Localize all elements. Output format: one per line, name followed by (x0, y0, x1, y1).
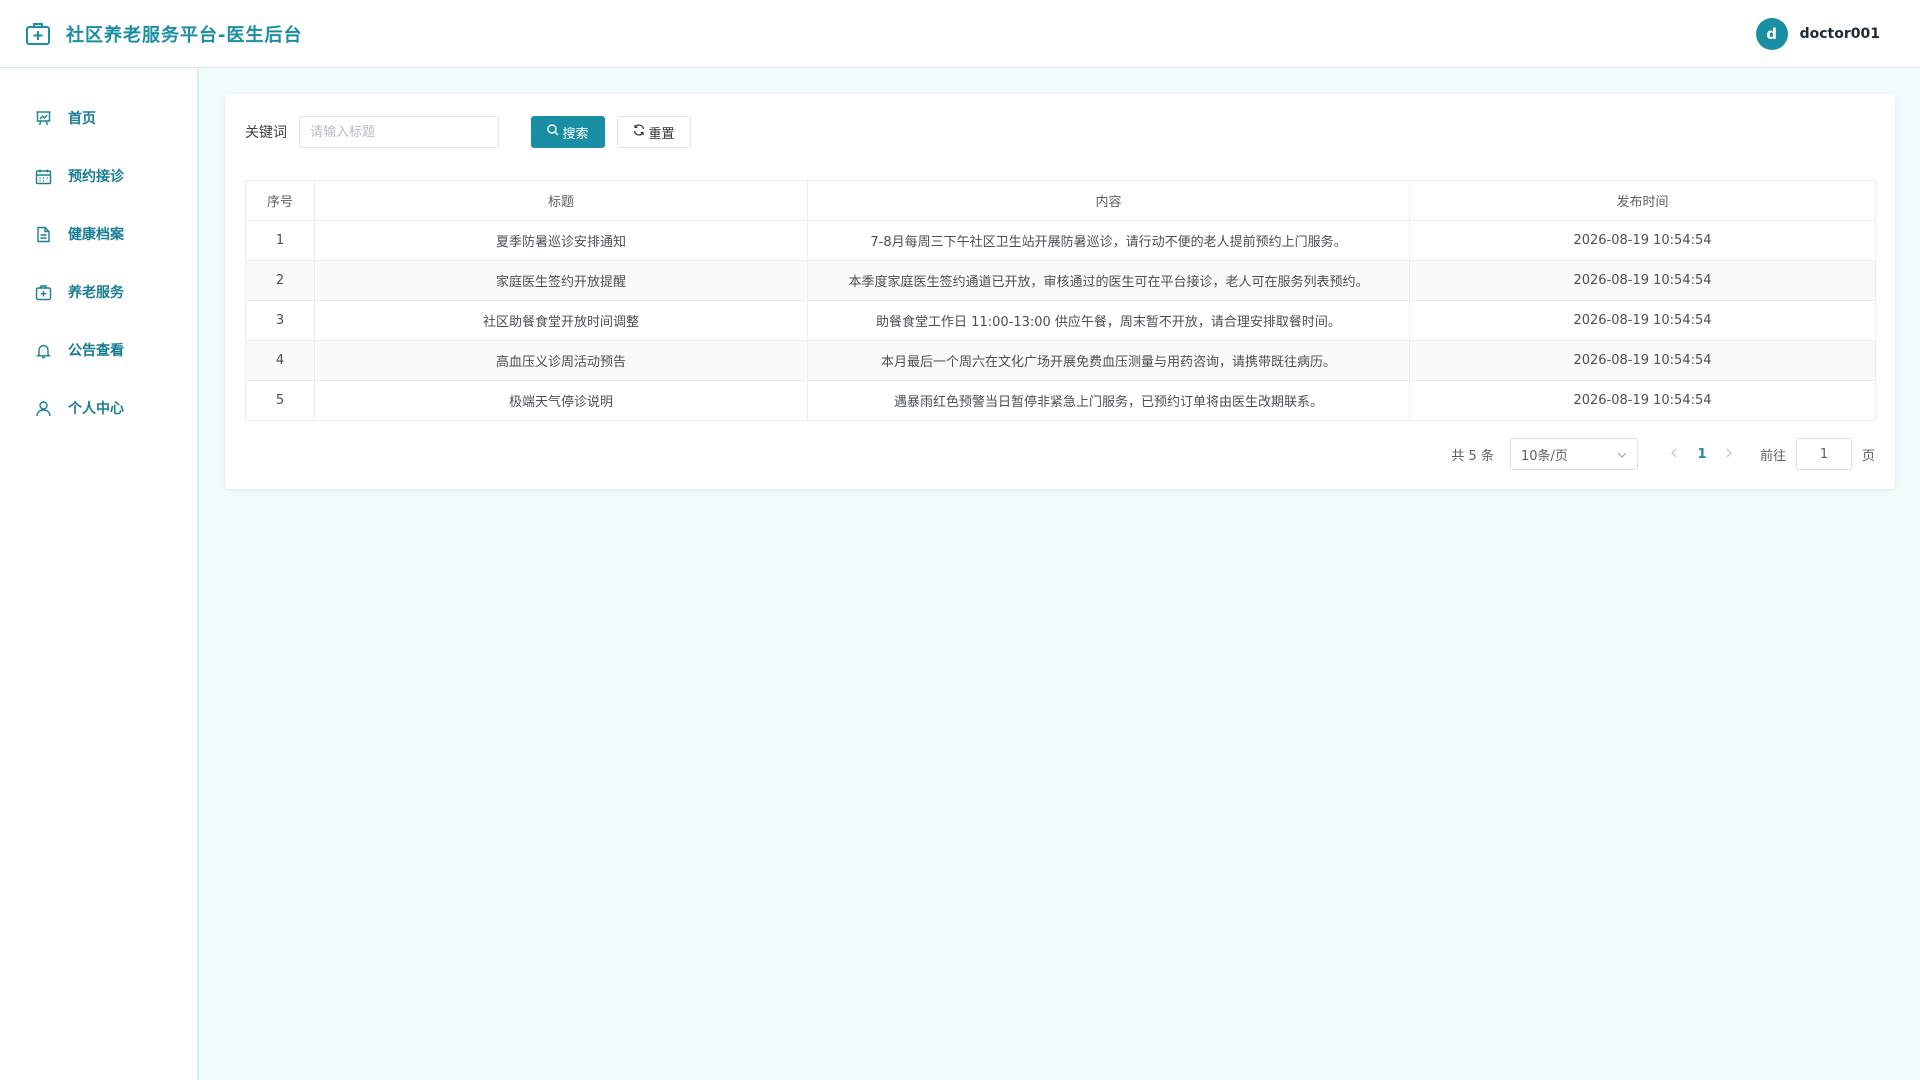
table-header-row: 序号 标题 内容 发布时间 (245, 180, 1876, 221)
cell-title: 极端天气停诊说明 (314, 380, 808, 421)
column-header-content: 内容 (807, 180, 1410, 221)
reset-button[interactable]: 重置 (617, 116, 691, 148)
search-icon (547, 124, 559, 140)
sidebar-item-health-records[interactable]: 健康档案 (0, 205, 197, 263)
search-button[interactable]: 搜索 (531, 116, 605, 148)
cell-index: 2 (245, 260, 315, 301)
sidebar-item-profile[interactable]: 个人中心 (0, 379, 197, 437)
cell-index: 5 (245, 380, 315, 421)
announcement-panel: 关键词 搜索 重置 序号 标题 (225, 94, 1895, 489)
table-row[interactable]: 3 社区助餐食堂开放时间调整 助餐食堂工作日 11:00-13:00 供应午餐，… (245, 300, 1876, 341)
cell-content: 本季度家庭医生签约通道已开放，审核通过的医生可在平台接诊，老人可在服务列表预约。 (807, 260, 1410, 301)
cell-title: 家庭医生签约开放提醒 (314, 260, 808, 301)
cell-time: 2026-08-19 10:54:54 (1409, 340, 1876, 381)
cell-index: 4 (245, 340, 315, 381)
sidebar: 首页 预约接诊 健康档案 养老服务 公告查看 个人中心 (0, 69, 199, 1080)
chevron-left-icon (1670, 446, 1677, 462)
page-size-select[interactable]: 10条/页 (1509, 438, 1638, 470)
cell-content: 助餐食堂工作日 11:00-13:00 供应午餐，周末暂不开放，请合理安排取餐时… (807, 300, 1410, 341)
column-header-index: 序号 (245, 180, 315, 221)
cell-title: 社区助餐食堂开放时间调整 (314, 300, 808, 341)
next-page-button[interactable] (1718, 446, 1742, 462)
pagination-total: 共 5 条 (1451, 448, 1494, 464)
pagination: 共 5 条 10条/页 1 前往 页 (1451, 438, 1875, 470)
avatar[interactable]: d (1755, 17, 1788, 50)
cell-content: 遇暴雨红色预警当日暂停非紧急上门服务，已预约订单将由医生改期联系。 (807, 380, 1410, 421)
cell-index: 1 (245, 220, 315, 261)
user-menu[interactable]: d doctor001 (1755, 17, 1896, 50)
chevron-down-icon (1617, 447, 1627, 462)
username[interactable]: doctor001 (1800, 26, 1880, 42)
goto-suffix: 页 (1861, 448, 1875, 464)
cell-content: 7-8月每周三下午社区卫生站开展防暑巡诊，请行动不便的老人提前预约上门服务。 (807, 220, 1410, 261)
refresh-icon (633, 124, 645, 140)
cell-title: 高血压义诊周活动预告 (314, 340, 808, 381)
brand: 社区养老服务平台-医生后台 (24, 20, 302, 48)
sidebar-item-label: 首页 (68, 111, 96, 127)
sidebar-item-label: 养老服务 (68, 285, 124, 301)
column-header-title: 标题 (314, 180, 808, 221)
medical-kit-icon (34, 283, 52, 301)
sidebar-item-label: 个人中心 (68, 401, 124, 417)
table-row[interactable]: 1 夏季防暑巡诊安排通知 7-8月每周三下午社区卫生站开展防暑巡诊，请行动不便的… (245, 220, 1876, 261)
page-size-value: 10条/页 (1520, 448, 1568, 464)
sidebar-item-announcements[interactable]: 公告查看 (0, 321, 197, 379)
sidebar-item-home[interactable]: 首页 (0, 89, 197, 147)
page-number[interactable]: 1 (1686, 447, 1718, 462)
goto-label: 前往 (1759, 448, 1786, 464)
medical-kit-icon (24, 20, 52, 48)
sidebar-item-elderly-services[interactable]: 养老服务 (0, 263, 197, 321)
cell-time: 2026-08-19 10:54:54 (1409, 260, 1876, 301)
keyword-input[interactable] (299, 116, 499, 148)
table-row[interactable]: 4 高血压义诊周活动预告 本月最后一个周六在文化广场开展免费血压测量与用药咨询，… (245, 340, 1876, 381)
bell-icon (34, 341, 52, 359)
reset-button-label: 重置 (648, 126, 675, 142)
sidebar-item-label: 公告查看 (68, 343, 124, 359)
announcement-table: 序号 标题 内容 发布时间 1 夏季防暑巡诊安排通知 7-8月每周三下午社区卫生… (245, 180, 1876, 421)
prev-page-button[interactable] (1662, 446, 1686, 462)
sidebar-item-appointments[interactable]: 预约接诊 (0, 147, 197, 205)
chevron-right-icon (1726, 446, 1733, 462)
table-row[interactable]: 2 家庭医生签约开放提醒 本季度家庭医生签约通道已开放，审核通过的医生可在平台接… (245, 260, 1876, 301)
app-title: 社区养老服务平台-医生后台 (66, 24, 303, 46)
goto-page-input[interactable] (1795, 438, 1852, 470)
column-header-time: 发布时间 (1409, 180, 1876, 221)
cell-content: 本月最后一个周六在文化广场开展免费血压测量与用药咨询，请携带既往病历。 (807, 340, 1410, 381)
user-icon (34, 399, 52, 417)
top-header: 社区养老服务平台-医生后台 d doctor001 (0, 0, 1920, 68)
table-row[interactable]: 5 极端天气停诊说明 遇暴雨红色预警当日暂停非紧急上门服务，已预约订单将由医生改… (245, 380, 1876, 421)
search-button-label: 搜索 (562, 126, 589, 142)
cell-title: 夏季防暑巡诊安排通知 (314, 220, 808, 261)
search-bar: 关键词 搜索 重置 (245, 116, 691, 148)
cell-time: 2026-08-19 10:54:54 (1409, 300, 1876, 341)
cell-index: 3 (245, 300, 315, 341)
sidebar-item-label: 健康档案 (68, 227, 124, 243)
chart-icon (34, 109, 52, 127)
calendar-icon (34, 167, 52, 185)
cell-time: 2026-08-19 10:54:54 (1409, 380, 1876, 421)
document-icon (34, 225, 52, 243)
sidebar-item-label: 预约接诊 (68, 169, 124, 185)
cell-time: 2026-08-19 10:54:54 (1409, 220, 1876, 261)
keyword-label: 关键词 (245, 125, 287, 141)
